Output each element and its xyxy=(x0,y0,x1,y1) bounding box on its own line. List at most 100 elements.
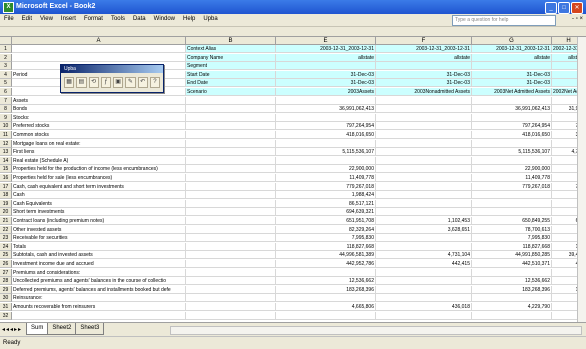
cell-f[interactable]: 3,628,651 xyxy=(376,225,472,234)
toolbar-button-6[interactable]: ✎ xyxy=(125,77,136,88)
vertical-scrollbar[interactable] xyxy=(577,37,586,322)
cell-f[interactable] xyxy=(376,174,472,182)
cell-f[interactable]: 442,415 xyxy=(376,260,472,268)
cell-b[interactable]: Context Alias xyxy=(186,45,276,53)
cell-g[interactable] xyxy=(472,113,552,122)
cell-f[interactable]: allstate xyxy=(376,53,472,62)
cell-e[interactable]: 5,115,536,107 xyxy=(276,148,376,157)
cell-a[interactable]: Investment income due and accrued xyxy=(12,260,186,268)
cell-b[interactable] xyxy=(186,199,276,208)
cell-b[interactable] xyxy=(186,96,276,105)
row-header[interactable]: 24 xyxy=(0,242,12,251)
row-header[interactable]: 15 xyxy=(0,165,12,174)
cell-f[interactable]: 4,731,104 xyxy=(376,251,472,260)
cell-g[interactable]: allstate xyxy=(472,53,552,62)
cell-g[interactable] xyxy=(472,156,552,165)
cell-b[interactable]: Scenario xyxy=(186,88,276,96)
row-header[interactable]: 14 xyxy=(0,156,12,165)
cell-f[interactable] xyxy=(376,131,472,139)
cell-e[interactable]: 1,988,424 xyxy=(276,191,376,200)
formula-bar[interactable] xyxy=(0,27,586,37)
tab-navigation-buttons[interactable]: ◂◂◂▸▸ xyxy=(2,326,22,333)
cell-g[interactable] xyxy=(472,191,552,200)
cell-f[interactable] xyxy=(376,156,472,165)
cell-g[interactable]: 44,991,850,285 xyxy=(472,251,552,260)
menu-item-format[interactable]: Format xyxy=(84,16,103,22)
row-header[interactable]: 28 xyxy=(0,277,12,286)
row-header[interactable]: 18 xyxy=(0,191,12,200)
row-header[interactable]: 22 xyxy=(0,225,12,234)
cell-a[interactable]: Assets xyxy=(12,96,186,105)
cell-e[interactable] xyxy=(276,96,376,105)
cell-f[interactable] xyxy=(376,208,472,217)
cell-f[interactable]: 1,102,453 xyxy=(376,217,472,225)
cell-g[interactable]: 12,536,662 xyxy=(472,277,552,286)
cell-e[interactable]: 86,517,121 xyxy=(276,199,376,208)
cell-g[interactable]: 7,995,830 xyxy=(472,234,552,243)
cell-b[interactable] xyxy=(186,131,276,139)
cell-e[interactable] xyxy=(276,268,376,277)
cell-a[interactable]: Common stocks xyxy=(12,131,186,139)
cell-g[interactable]: 2003-12-31_2003-12-31 xyxy=(472,45,552,53)
cell-g[interactable] xyxy=(472,268,552,277)
cell-b[interactable]: Company Name xyxy=(186,53,276,62)
cell-e[interactable] xyxy=(276,294,376,303)
cell-e[interactable]: 418,016,650 xyxy=(276,131,376,139)
cell-g[interactable] xyxy=(472,139,552,148)
cell-e[interactable]: 779,267,018 xyxy=(276,182,376,191)
cell-f[interactable] xyxy=(376,96,472,105)
cell-a[interactable]: Uncollected premiums and agents' balance… xyxy=(12,277,186,286)
menu-item-help[interactable]: Help xyxy=(183,16,195,22)
sheet-tab-sheet3[interactable]: Sheet3 xyxy=(75,323,105,335)
row-header[interactable]: 19 xyxy=(0,199,12,208)
cell-f[interactable] xyxy=(376,311,472,320)
cell-f[interactable] xyxy=(376,105,472,114)
row-header[interactable]: 29 xyxy=(0,285,12,294)
row-header[interactable]: 5 xyxy=(0,79,12,88)
row-header[interactable]: 16 xyxy=(0,174,12,182)
row-header[interactable]: 12 xyxy=(0,139,12,148)
cell-e[interactable] xyxy=(276,311,376,320)
row-header[interactable]: 4 xyxy=(0,70,12,79)
row-header[interactable]: 1 xyxy=(0,45,12,53)
cell-g[interactable] xyxy=(472,199,552,208)
cell-f[interactable] xyxy=(376,182,472,191)
floating-toolbar[interactable]: Upba ▦ ▤ ⟲ ƒ ▣ ✎ ↶ ? xyxy=(60,64,164,93)
cell-b[interactable] xyxy=(186,242,276,251)
cell-e[interactable]: 22,900,000 xyxy=(276,165,376,174)
cell-a[interactable]: First liens xyxy=(12,148,186,157)
row-header[interactable]: 6 xyxy=(0,88,12,96)
cell-b[interactable]: Segment xyxy=(186,62,276,71)
cell-e[interactable]: 183,268,396 xyxy=(276,285,376,294)
cell-b[interactable] xyxy=(186,251,276,260)
cell-b[interactable] xyxy=(186,148,276,157)
cell-e[interactable]: 797,264,954 xyxy=(276,122,376,131)
cell-b[interactable] xyxy=(186,277,276,286)
row-header[interactable]: 2 xyxy=(0,53,12,62)
cell-g[interactable]: 118,827,668 xyxy=(472,242,552,251)
cell-b[interactable] xyxy=(186,260,276,268)
cell-f[interactable]: 2003Nonadmitted Assets xyxy=(376,88,472,96)
document-window-controls[interactable]: - ▫ × xyxy=(572,16,583,22)
cell-b[interactable] xyxy=(186,174,276,182)
cell-g[interactable]: 11,409,778 xyxy=(472,174,552,182)
sheet-tab-sum[interactable]: Sum xyxy=(26,323,49,335)
cell-a[interactable]: Bonds xyxy=(12,105,186,114)
cell-g[interactable]: 31-Dec-03 xyxy=(472,70,552,79)
cell-e[interactable] xyxy=(276,62,376,71)
cell-b[interactable] xyxy=(186,122,276,131)
cell-a[interactable]: Premiums and considerations: xyxy=(12,268,186,277)
cell-g[interactable]: 4,229,790 xyxy=(472,303,552,311)
cell-b[interactable] xyxy=(186,311,276,320)
cell-f[interactable] xyxy=(376,62,472,71)
cell-e[interactable]: 442,952,786 xyxy=(276,260,376,268)
cell-e[interactable] xyxy=(276,113,376,122)
cell-f[interactable] xyxy=(376,199,472,208)
cell-b[interactable] xyxy=(186,234,276,243)
row-header[interactable]: 21 xyxy=(0,217,12,225)
sheet-tab-sheet2[interactable]: Sheet2 xyxy=(47,323,77,335)
horizontal-scrollbar[interactable] xyxy=(170,326,582,335)
cell-b[interactable]: Start Date xyxy=(186,70,276,79)
cell-a[interactable] xyxy=(12,53,186,62)
cell-g[interactable]: 418,016,650 xyxy=(472,131,552,139)
